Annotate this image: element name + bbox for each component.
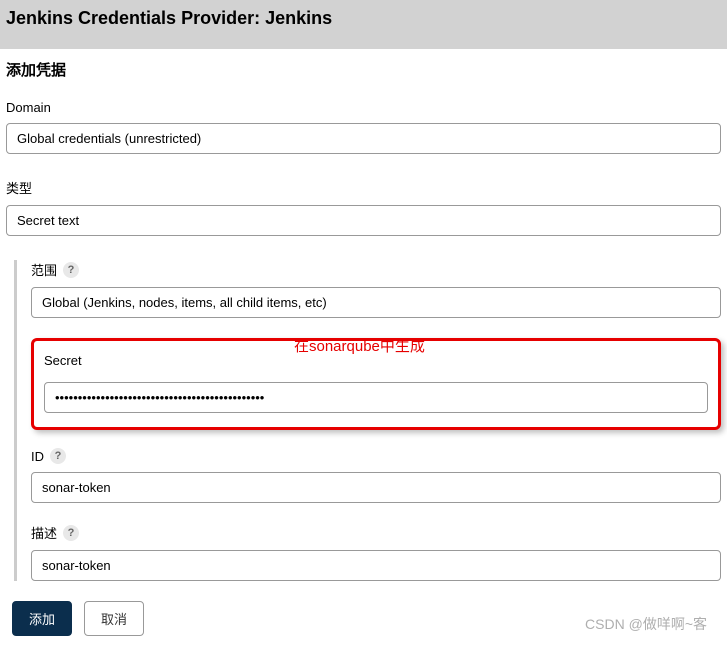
section-title: 添加凭据 [6,59,721,80]
secret-highlight-box: 在sonarqube中生成 Secret [31,338,721,430]
type-select[interactable] [6,205,721,236]
domain-select[interactable] [6,123,721,154]
scope-label: 范围 [31,260,57,279]
id-field: ID ? [31,448,721,503]
button-row: 添加 取消 [6,601,721,636]
scope-select[interactable] [31,287,721,318]
domain-label: Domain [6,100,721,115]
type-field: 类型 [6,178,721,236]
type-label: 类型 [6,178,721,197]
description-input[interactable] [31,550,721,581]
id-input[interactable] [31,472,721,503]
secret-input[interactable] [44,382,708,413]
help-icon[interactable]: ? [50,448,66,464]
dialog-content: 添加凭据 Domain 类型 范围 ? 在sonarqube中生成 Secret… [0,49,727,656]
id-label: ID [31,449,44,464]
help-icon[interactable]: ? [63,525,79,541]
dialog-title: Jenkins Credentials Provider: Jenkins [6,8,721,29]
credential-details: 范围 ? 在sonarqube中生成 Secret ID ? 描述 ? [14,260,721,581]
scope-field: 范围 ? [31,260,721,318]
annotation-text: 在sonarqube中生成 [294,335,425,356]
description-field: 描述 ? [31,523,721,581]
help-icon[interactable]: ? [63,262,79,278]
secret-field: Secret [44,353,708,413]
add-button[interactable]: 添加 [12,601,72,636]
description-label: 描述 [31,523,57,542]
cancel-button[interactable]: 取消 [84,601,144,636]
domain-field: Domain [6,100,721,154]
dialog-header: Jenkins Credentials Provider: Jenkins [0,0,727,49]
